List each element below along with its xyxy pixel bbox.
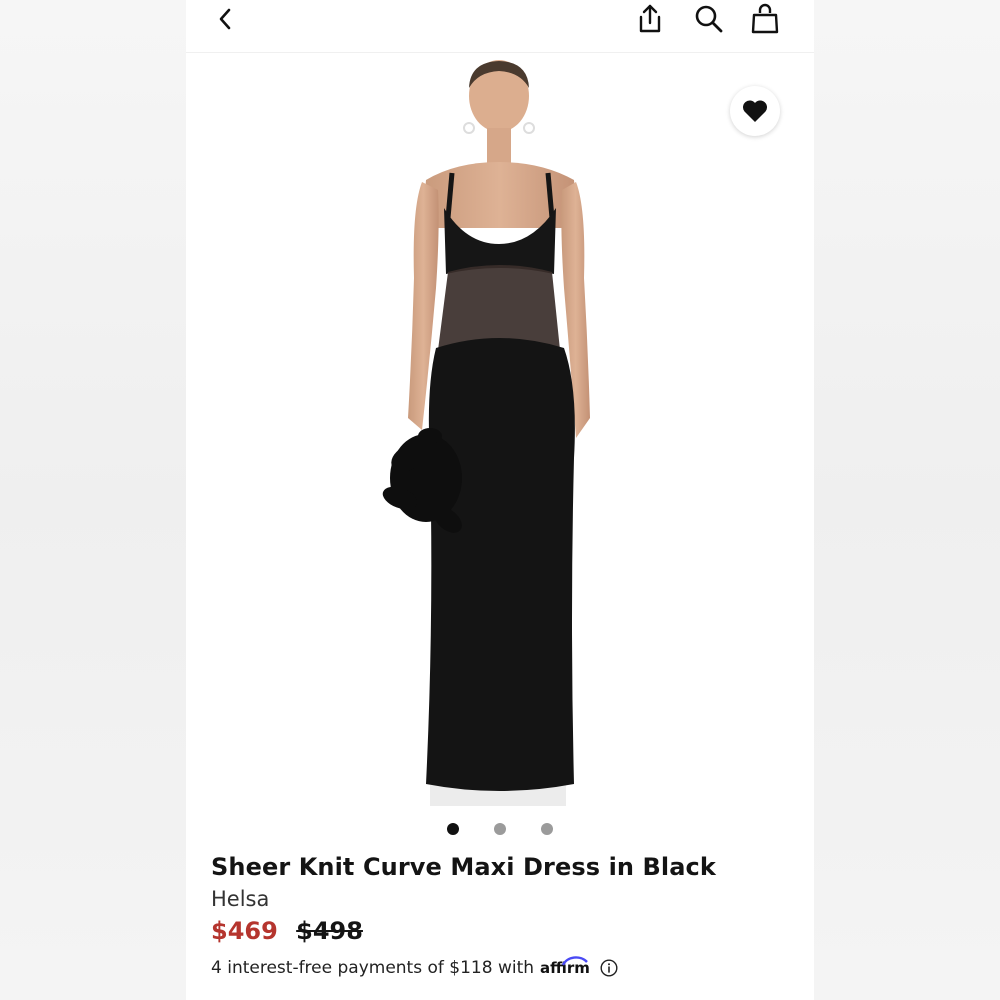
background-left [0,0,186,1000]
price-row: $469 $498 [211,917,363,945]
search-icon [695,5,723,33]
affirm-arc-icon [561,956,588,966]
back-button[interactable] [210,2,240,36]
heart-icon [742,100,768,122]
product-brand[interactable]: Helsa [211,887,269,911]
image-pagination [446,823,566,837]
share-button[interactable] [634,2,666,36]
product-image[interactable] [186,58,814,810]
pagination-dot-active[interactable] [447,823,459,835]
share-icon [639,4,661,33]
chevron-left-icon [219,8,231,30]
search-button[interactable] [692,2,726,36]
product-page: Sheer Knit Curve Maxi Dress in Black Hel… [186,0,814,1000]
info-icon [600,959,618,977]
favorite-button[interactable] [730,86,780,136]
sale-price: $469 [211,917,278,945]
shopping-bag-icon [751,3,779,34]
pagination-dot[interactable] [494,823,506,835]
shopping-bag-button[interactable] [748,0,782,36]
installments-text: 4 interest-free payments of $118 with [211,958,535,978]
top-navigation-bar [186,0,814,53]
info-button[interactable] [600,959,618,977]
product-title: Sheer Knit Curve Maxi Dress in Black [211,853,716,881]
installments-row: 4 interest-free payments of $118 with af… [211,956,618,978]
model-photo [382,60,590,806]
pagination-dot[interactable] [541,823,553,835]
affirm-logo: affirm [540,956,590,977]
original-price: $498 [296,917,363,945]
background-right [814,0,1000,1000]
